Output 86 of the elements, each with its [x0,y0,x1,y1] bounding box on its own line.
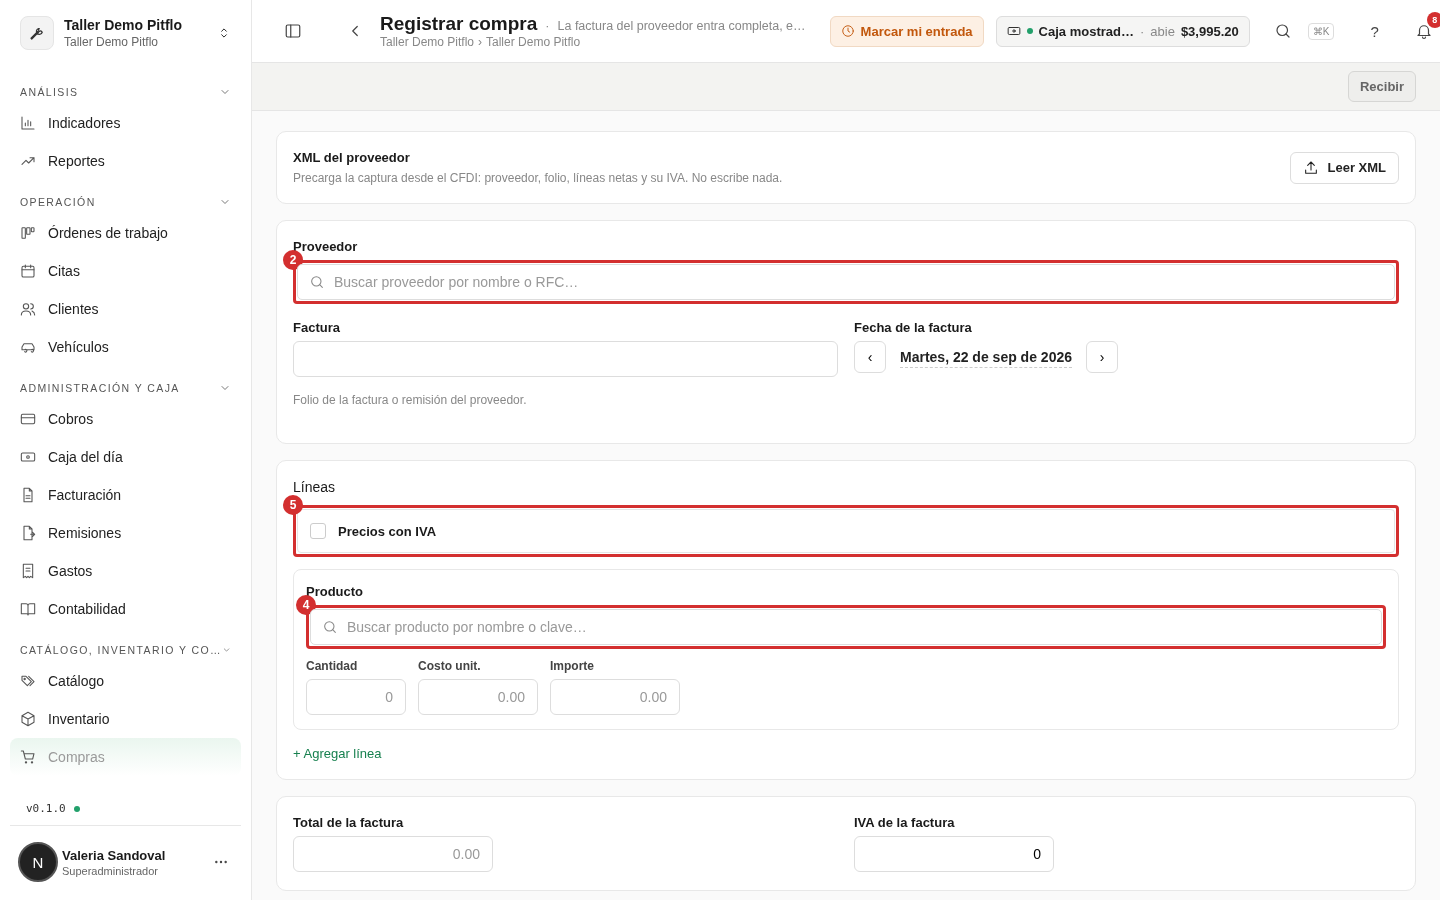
version-label: v0.1.0 [26,802,66,815]
nav-item[interactable]: Órdenes de trabajo [10,214,241,252]
shortcut-hint: ⌘K [1307,22,1335,40]
panel-icon [284,22,302,41]
total-field[interactable]: 0.00 [293,836,493,873]
user-avatar[interactable]: N [18,842,58,882]
bell-icon [1414,22,1433,41]
field-label: IVA de la factura [854,815,956,831]
workspace-subtitle: Taller Demo Pitflo [64,35,160,49]
breadcrumb-separator: › [478,35,483,50]
nav-item[interactable]: Catálogo [10,662,241,700]
nav-item[interactable]: Reportes [10,142,241,180]
cash-register-button[interactable]: Caja mostrad… · abie $3,995.20 [995,15,1250,47]
document-icon [20,487,36,503]
separator-dot: · [545,19,550,34]
invoice-field[interactable] [293,341,838,378]
user-role: Superadministrador [62,864,159,877]
number-field[interactable]: 0.00 [550,679,680,716]
calendar-icon [20,263,36,279]
card-icon [20,411,36,427]
breadcrumb-link[interactable]: Taller Demo Pitflo [380,35,475,50]
vat-field[interactable]: 0 [854,836,1054,873]
nav-item[interactable]: Caja del día [10,438,241,476]
nav-item[interactable]: Inventario [10,700,241,738]
page-description: La factura del proveedor entra completa, e… [557,19,806,34]
annotation-badge: 5 [283,495,303,516]
add-line-link[interactable]: + Agregar línea [293,746,382,762]
number-field[interactable]: 0.00 [418,679,538,716]
tags-icon [20,673,36,689]
field-label: Factura [293,320,341,336]
date-value[interactable]: Martes, 22 de sep de 2026 [900,346,1072,368]
book-icon [20,601,36,617]
workspace-name: Taller Demo Pitflo [64,17,183,33]
nav-item[interactable]: Indicadores [10,104,241,142]
supplier-search-field[interactable]: Buscar proveedor por nombre o RFC… [297,264,1395,301]
field-label: Importe [550,659,595,674]
notification-count: 8 [1426,12,1440,29]
search-icon [309,274,325,291]
nav-item[interactable]: Clientes [10,290,241,328]
nav-item[interactable]: Cobros [10,400,241,438]
nav-item[interactable]: Gastos [10,552,241,590]
nav-item[interactable]: Citas [10,252,241,290]
field-label: Total de la factura [293,815,405,831]
status-dot [73,805,80,812]
cart-icon [20,749,36,765]
clock-icon [840,24,855,39]
field-label: Costo unit. [418,659,482,674]
section-title: OPERACIÓN [20,196,96,208]
document-arrow-icon [20,525,36,541]
previous-date-button[interactable]: ‹ [854,341,886,374]
card-description: Precarga la captura desde el CFDI: proveedor, folio, líneas netas y su IVA. No escribe nada. [293,171,783,186]
workspace-logo[interactable] [20,16,54,50]
receive-button[interactable]: Recibir [1347,71,1416,103]
nav-item[interactable]: Contabilidad [10,590,241,628]
kanban-icon [20,225,36,241]
cube-icon [20,711,36,727]
nav-item[interactable]: Vehículos [10,328,241,366]
field-label: Fecha de la factura [854,320,973,336]
cash-icon [20,449,36,465]
help-button[interactable]: ? [1362,18,1387,44]
section-title: ADMINISTRACIÓN Y CAJA [20,382,180,394]
checkbox[interactable] [310,523,326,540]
number-field[interactable]: 0 [306,679,406,716]
field-hint: Folio de la factura o remisión del proveedor. [293,393,528,408]
upload-icon [1303,159,1320,176]
annotation-badge: 2 [283,250,303,271]
page-title: Registrar compra [380,13,538,36]
search-icon [322,619,338,636]
nav-item[interactable]: Facturación [10,476,241,514]
checkbox-label[interactable]: Precios con IVA [338,523,436,539]
nav-item[interactable]: Remisiones [10,514,241,552]
section-title: CATÁLOGO, INVENTARIO Y CO… [20,644,222,656]
bar-chart-icon [20,115,36,131]
annotation-badge: 4 [296,595,316,616]
receipt-icon [20,563,36,579]
field-label: Cantidad [306,659,359,674]
clock-in-button[interactable]: Marcar mi entrada [829,15,984,47]
read-xml-button[interactable]: Leer XML [1290,151,1399,184]
section-title: ANÁLISIS [20,86,79,98]
breadcrumb-link[interactable]: Taller Demo Pitflo [486,35,581,50]
user-name: Valeria Sandoval [62,847,167,863]
card-title: XML del proveedor [293,150,411,166]
next-date-button[interactable]: › [1086,341,1118,374]
users-icon [20,301,36,317]
product-search-field[interactable]: Buscar producto por nombre o clave… [310,609,1382,646]
card-title: Líneas [293,479,337,496]
